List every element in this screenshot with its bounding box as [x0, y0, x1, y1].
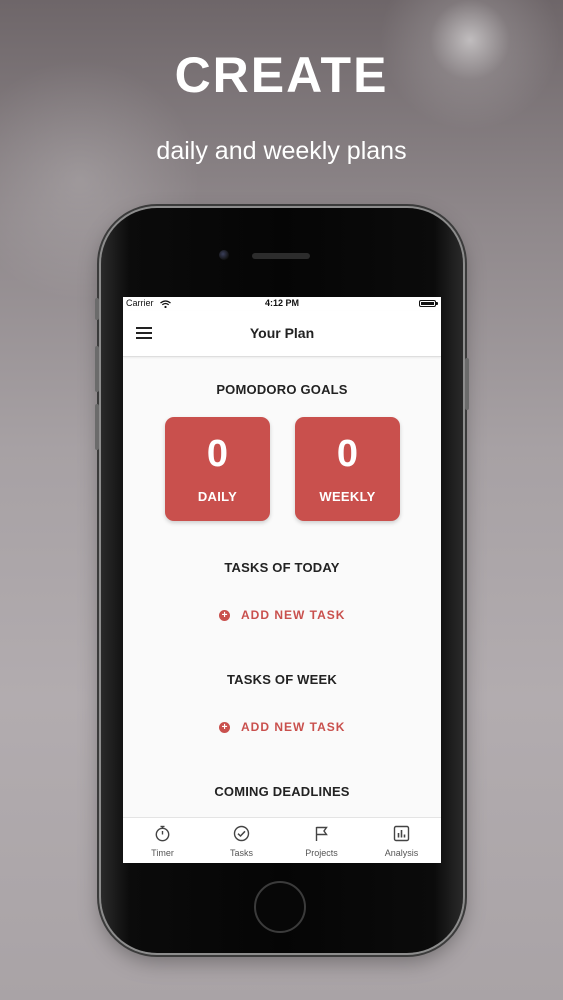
coming-deadlines-heading: COMING DEADLINES [214, 784, 350, 799]
tasks-of-today-heading: TASKS OF TODAY [224, 560, 340, 575]
weekly-goal-label: WEEKLY [319, 489, 376, 504]
tasks-of-week-heading: TASKS OF WEEK [227, 672, 337, 687]
tab-label: Tasks [229, 848, 253, 858]
tab-label: Timer [151, 848, 174, 858]
home-button[interactable] [254, 881, 306, 933]
daily-goal-value: 0 [206, 433, 229, 475]
check-circle-icon [233, 825, 250, 842]
tab-label: Analysis [384, 848, 419, 858]
power-button [465, 358, 469, 410]
bar-chart-icon [393, 825, 410, 842]
tab-analysis[interactable]: Analysis [362, 818, 441, 863]
navigation-bar: Your Plan [123, 311, 441, 357]
add-week-task-button[interactable]: + ADD NEW TASK [219, 720, 349, 736]
status-time: 4:12 PM [264, 298, 299, 308]
stopwatch-icon [155, 825, 170, 842]
status-bar: Carrier 4:12 PM [123, 297, 441, 311]
app-screen: Carrier 4:12 PM Your Plan POMODORO GOALS… [123, 297, 441, 863]
weekly-goal-card[interactable]: 0 WEEKLY [295, 417, 400, 521]
flag-icon [315, 826, 328, 841]
page-title: Your Plan [249, 325, 315, 341]
daily-goal-card[interactable]: 0 DAILY [165, 417, 270, 521]
add-today-task-button[interactable]: + ADD NEW TASK [219, 608, 349, 624]
plus-circle-icon: + [219, 722, 230, 733]
volume-down-button [95, 404, 99, 450]
front-camera [219, 250, 229, 260]
phone-frame: Carrier 4:12 PM Your Plan POMODORO GOALS… [95, 208, 469, 953]
earpiece-speaker [252, 253, 310, 259]
weekly-goal-value: 0 [336, 433, 359, 475]
battery-icon [419, 300, 438, 307]
tab-tasks[interactable]: Tasks [202, 818, 281, 863]
tab-label: Projects [305, 848, 338, 858]
plus-circle-icon: + [219, 610, 230, 621]
promo-subline: daily and weekly plans [156, 137, 407, 165]
tab-timer[interactable]: Timer [123, 818, 202, 863]
mute-switch [95, 298, 99, 320]
daily-goal-label: DAILY [197, 489, 238, 504]
add-today-task-label: ADD NEW TASK [241, 608, 346, 622]
tab-projects[interactable]: Projects [282, 818, 361, 863]
pomodoro-goals-heading: POMODORO GOALS [216, 382, 348, 397]
promo-headline: CREATE [174, 47, 389, 103]
add-week-task-label: ADD NEW TASK [241, 720, 346, 734]
tab-bar: Timer Tasks Projects Analysis [123, 817, 441, 863]
volume-up-button [95, 346, 99, 392]
